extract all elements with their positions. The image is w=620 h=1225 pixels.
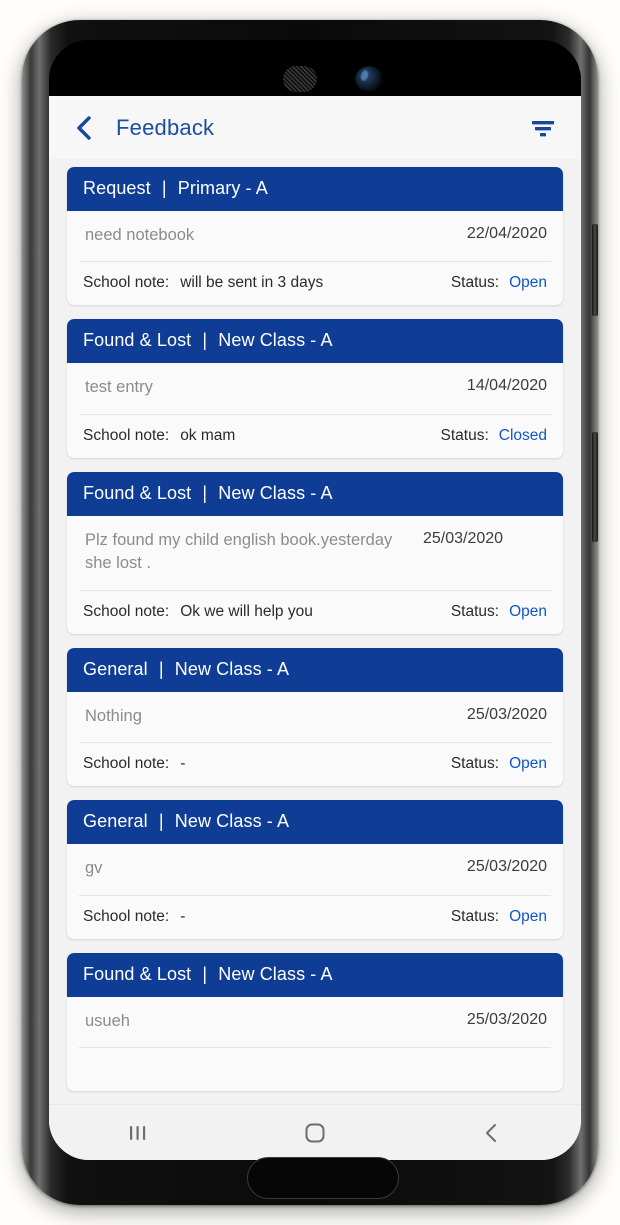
feedback-card[interactable]: Found & Lost | New Class - A usueh 25/03… xyxy=(67,952,563,1091)
feedback-card-header: Found & Lost | New Class - A xyxy=(67,319,563,364)
phone-bezel: Feedback Request | Primary - A need note… xyxy=(49,40,581,1160)
device-top-bezel xyxy=(49,40,581,96)
feedback-class: New Class - A xyxy=(218,330,333,351)
feedback-message: test entry xyxy=(85,378,153,397)
feedback-card-header: Found & Lost | New Class - A xyxy=(67,952,563,997)
home-button-pill-icon[interactable] xyxy=(247,1157,399,1199)
feedback-class: New Class - A xyxy=(218,482,333,503)
header-separator: | xyxy=(158,658,164,679)
feedback-category: Found & Lost xyxy=(83,330,192,351)
feedback-category: General xyxy=(83,658,148,679)
feedback-date: 25/03/2020 xyxy=(466,858,547,876)
header-separator: | xyxy=(202,330,208,351)
front-camera-icon xyxy=(355,66,383,92)
feedback-message: Plz found my child english book.yesterda… xyxy=(85,530,393,573)
feedback-card-body: Nothing 25/03/2020 xyxy=(67,692,563,728)
status-label: Status: xyxy=(450,602,500,620)
status-badge[interactable]: Open xyxy=(509,274,547,292)
feedback-card-body: test entry 14/04/2020 xyxy=(67,363,563,399)
feedback-date: 22/04/2020 xyxy=(466,225,547,242)
feedback-class: Primary - A xyxy=(177,178,268,198)
feedback-category: General xyxy=(83,811,148,832)
feedback-message: need notebook xyxy=(85,226,195,244)
header-separator: | xyxy=(158,811,164,832)
feedback-category: Found & Lost xyxy=(83,963,192,984)
home-square-icon[interactable] xyxy=(284,1113,346,1153)
feedback-card-footer: School note: - Status: Open xyxy=(67,896,563,939)
school-note-value: - xyxy=(180,907,186,925)
power-button[interactable] xyxy=(592,432,598,542)
feedback-card-footer: School note: ok mam Status: Closed xyxy=(67,415,563,458)
feedback-message: gv xyxy=(85,859,103,878)
feedback-card-footer: School note: Ok we will help you Status:… xyxy=(67,591,563,634)
feedback-card-body: gv 25/03/2020 xyxy=(67,844,563,880)
school-note-value: will be sent in 3 days xyxy=(180,274,324,292)
feedback-message: Nothing xyxy=(85,706,142,725)
device-screen: Feedback Request | Primary - A need note… xyxy=(49,96,581,1160)
feedback-class: New Class - A xyxy=(174,811,290,832)
feedback-card[interactable]: General | New Class - A Nothing 25/03/20… xyxy=(67,647,563,787)
feedback-class: New Class - A xyxy=(218,963,333,984)
volume-button[interactable] xyxy=(592,224,598,316)
android-nav-bar xyxy=(49,1104,581,1160)
feedback-card-footer: School note: will be sent in 3 days Stat… xyxy=(67,262,563,305)
status-label: Status: xyxy=(440,426,489,444)
feedback-card[interactable]: Found & Lost | New Class - A Plz found m… xyxy=(67,471,563,634)
feedback-card-body: need notebook 22/04/2020 xyxy=(67,211,563,247)
feedback-category: Request xyxy=(83,178,151,198)
feedback-card-body: Plz found my child english book.yesterda… xyxy=(67,516,563,576)
school-note-label: School note: xyxy=(83,274,170,292)
feedback-card-header: Found & Lost | New Class - A xyxy=(67,471,563,516)
feedback-date: 25/03/2020 xyxy=(466,705,547,723)
phone-frame: Feedback Request | Primary - A need note… xyxy=(22,20,598,1205)
status-badge[interactable]: Open xyxy=(509,603,547,621)
screenshot-root: Feedback Request | Primary - A need note… xyxy=(0,0,620,1225)
feedback-date: 25/03/2020 xyxy=(423,529,504,547)
feedback-class: New Class - A xyxy=(174,658,290,679)
feedback-card[interactable]: Request | Primary - A need notebook 22/0… xyxy=(67,167,563,306)
feedback-card-header: General | New Class - A xyxy=(67,647,563,692)
status-label: Status: xyxy=(450,907,500,925)
filter-icon[interactable] xyxy=(527,112,559,144)
status-label: Status: xyxy=(450,755,500,773)
feedback-list[interactable]: Request | Primary - A need notebook 22/0… xyxy=(49,159,581,1140)
status-label: Status: xyxy=(450,274,500,292)
feedback-date: 14/04/2020 xyxy=(466,377,547,395)
status-badge[interactable]: Open xyxy=(509,755,547,773)
feedback-card[interactable]: Found & Lost | New Class - A test entry … xyxy=(67,319,563,458)
school-note-value: Ok we will help you xyxy=(180,602,313,620)
status-badge[interactable]: Open xyxy=(509,908,547,926)
chevron-left-icon[interactable] xyxy=(69,113,99,143)
status-badge[interactable]: Closed xyxy=(499,427,547,445)
header-separator: | xyxy=(202,482,208,503)
feedback-card-header: General | New Class - A xyxy=(67,800,563,845)
recents-icon[interactable] xyxy=(107,1113,169,1153)
feedback-date: 25/03/2020 xyxy=(466,1010,547,1028)
school-note-value: ok mam xyxy=(180,426,236,444)
feedback-message: usueh xyxy=(85,1011,130,1030)
school-note-label: School note: xyxy=(83,907,170,925)
feedback-card-footer: School note: - Status: Open xyxy=(67,743,563,786)
school-note-label: School note: xyxy=(83,755,170,773)
feedback-card-header: Request | Primary - A xyxy=(67,167,563,211)
feedback-card-footer xyxy=(67,1048,563,1091)
page-title: Feedback xyxy=(116,114,215,140)
school-note-label: School note: xyxy=(83,602,170,620)
feedback-category: Found & Lost xyxy=(83,482,192,503)
feedback-card[interactable]: General | New Class - A gv 25/03/2020 Sc… xyxy=(67,800,563,939)
app-bar: Feedback xyxy=(49,96,581,159)
feedback-card-body: usueh 25/03/2020 xyxy=(67,997,563,1033)
header-separator: | xyxy=(161,178,167,198)
nav-back-chevron-icon[interactable] xyxy=(461,1113,523,1153)
school-note-label: School note: xyxy=(83,426,170,444)
header-separator: | xyxy=(202,963,208,984)
school-note-value: - xyxy=(180,755,186,773)
speaker-grille-icon xyxy=(283,66,317,92)
